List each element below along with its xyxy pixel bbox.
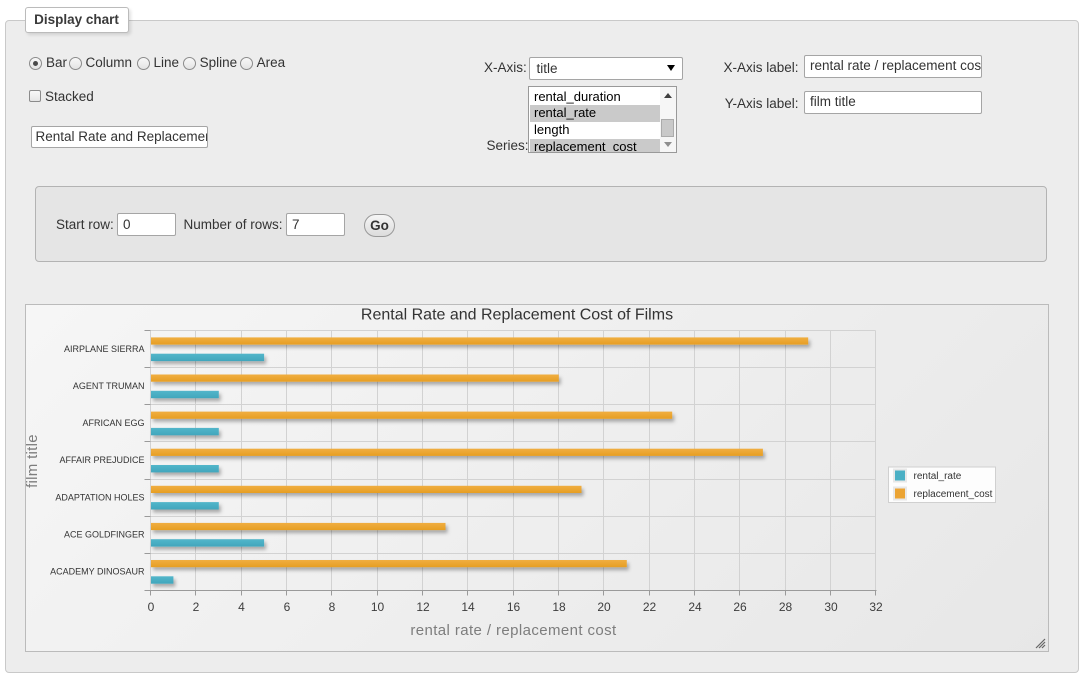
svg-text:24: 24	[688, 600, 702, 614]
svg-text:ACADEMY DINOSAUR: ACADEMY DINOSAUR	[50, 567, 145, 577]
svg-text:ACE GOLDFINGER: ACE GOLDFINGER	[63, 530, 144, 540]
svg-text:replacement_cost: replacement_cost	[913, 489, 992, 500]
svg-text:2: 2	[192, 600, 199, 614]
svg-text:AGENT TRUMAN: AGENT TRUMAN	[72, 381, 144, 391]
svg-text:rental rate / replacement cost: rental rate / replacement cost	[410, 622, 617, 639]
svg-text:0: 0	[147, 600, 154, 614]
svg-text:4: 4	[238, 600, 245, 614]
svg-text:rental_rate: rental_rate	[913, 471, 961, 482]
svg-text:AIRPLANE SIERRA: AIRPLANE SIERRA	[63, 344, 144, 354]
svg-text:30: 30	[824, 600, 838, 614]
svg-text:8: 8	[328, 600, 335, 614]
svg-text:14: 14	[461, 600, 475, 614]
svg-text:20: 20	[597, 600, 611, 614]
svg-text:28: 28	[778, 600, 792, 614]
svg-text:AFFAIR PREJUDICE: AFFAIR PREJUDICE	[59, 455, 144, 465]
svg-text:26: 26	[733, 600, 747, 614]
svg-text:Rental Rate and Replacement Co: Rental Rate and Replacement Cost of Film…	[360, 307, 672, 324]
svg-text:22: 22	[642, 600, 656, 614]
svg-text:film title: film title	[25, 434, 41, 488]
svg-text:16: 16	[506, 600, 520, 614]
svg-text:32: 32	[869, 600, 883, 614]
svg-text:18: 18	[552, 600, 566, 614]
svg-text:ADAPTATION HOLES: ADAPTATION HOLES	[55, 493, 144, 503]
svg-text:6: 6	[283, 600, 290, 614]
svg-text:12: 12	[416, 600, 430, 614]
svg-text:AFRICAN EGG: AFRICAN EGG	[82, 418, 144, 428]
svg-text:10: 10	[370, 600, 384, 614]
